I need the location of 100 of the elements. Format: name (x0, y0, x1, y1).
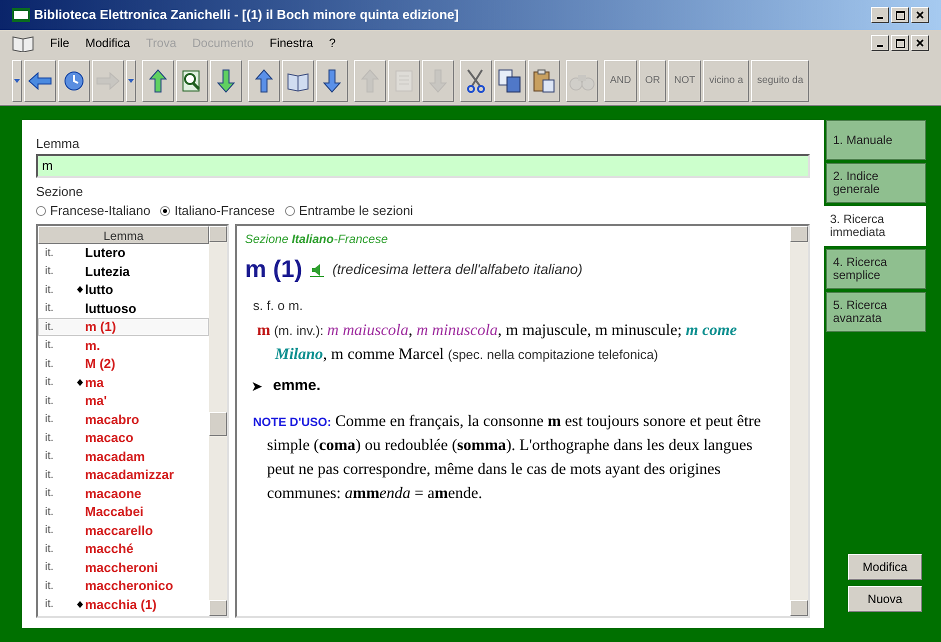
restore-button[interactable] (891, 35, 909, 51)
lemma-row[interactable]: it. M (2) (38, 354, 209, 373)
lemma-row[interactable]: it. macchia (1) (38, 595, 209, 614)
side-tab[interactable]: 4. Ricerca semplice (826, 249, 926, 289)
toolbar-button[interactable] (12, 60, 22, 102)
lemma-word: m (1) (85, 318, 116, 336)
toolbar-button[interactable] (24, 60, 56, 102)
lemma-row[interactable]: it. lutto (38, 280, 209, 299)
column-header[interactable]: Lemma (38, 226, 209, 244)
side-tab[interactable]: 3. Ricerca immediata (824, 206, 926, 246)
language-label: it. (44, 542, 55, 556)
gloss: (tredicesima lettera dell'alfabeto italiano) (332, 260, 582, 279)
toolbar-button[interactable] (494, 60, 526, 102)
lemma-word: m. (85, 336, 100, 354)
speaker-icon[interactable] (310, 262, 324, 276)
lemma-word: maccheronico (85, 577, 174, 595)
lemma-row[interactable]: it. luttuoso (38, 299, 209, 318)
language-label: it. (44, 320, 55, 334)
scrollbar[interactable] (790, 226, 808, 616)
toolbar-button[interactable] (282, 60, 314, 102)
radio-option[interactable]: Italiano-Francese (160, 201, 275, 220)
radio-option[interactable]: Francese-Italiano (36, 201, 150, 220)
menu-item[interactable]: Finestra (270, 34, 313, 52)
action-button[interactable]: Modifica (848, 554, 922, 580)
lemma-word: lutto (85, 281, 114, 299)
maximize-button[interactable] (891, 7, 909, 23)
lemma-word: macadamizzar (85, 466, 174, 484)
lemma-field[interactable]: m (36, 154, 810, 178)
close-icon (916, 11, 924, 19)
lemma-row[interactable]: it. ma (38, 373, 209, 392)
translation: emme. (273, 376, 321, 396)
toolbar-button[interactable] (142, 60, 174, 102)
close-button[interactable] (911, 35, 929, 51)
radio-option[interactable]: Entrambe le sezioni (284, 201, 414, 220)
lemma-row[interactable]: it. ma' (38, 392, 209, 410)
maximize-icon (896, 10, 904, 20)
language-label: it. (44, 449, 55, 464)
app-icon (12, 8, 30, 22)
lemma-word: Lutero (85, 244, 126, 262)
action-button[interactable]: Nuova (848, 586, 922, 612)
headword: m (1) (245, 254, 302, 284)
lemma-word: macaco (85, 429, 134, 447)
toolbar-button[interactable] (210, 60, 242, 102)
lemma-row[interactable]: it. m (1) (38, 318, 209, 336)
lemma-word: macadam (85, 448, 145, 466)
lemma-row[interactable]: it. Maccabei (38, 502, 209, 521)
scrollbar[interactable] (209, 226, 227, 616)
lemma-row[interactable]: it. maccarello (38, 521, 209, 540)
toolbar-button[interactable] (58, 60, 90, 102)
usage-note: NOTE D'USO: Comme en français, la consonne m est toujours sonore et peut être simple (coma) ou redoublée (somma). L'orthographe dans les deux langues peut ne pas correspondre, même dans le cas de mots ayant des origines communes: ammenda = amende. (252, 412, 762, 504)
lemma-word: M (2) (85, 355, 116, 373)
lemma-word: Lutezia (85, 262, 130, 280)
minimize-button[interactable] (871, 35, 889, 51)
minimize-button[interactable] (871, 7, 889, 23)
language-label: it. (44, 338, 55, 353)
section-title: Sezione Italiano-Francese (245, 230, 389, 248)
language-label: it. (44, 375, 55, 390)
restore-icon (896, 38, 904, 48)
lemma-row[interactable]: it. macadam (38, 447, 209, 466)
language-label: it. (44, 523, 55, 538)
toolbar-button[interactable] (460, 60, 492, 102)
toolbar-button[interactable] (248, 60, 280, 102)
lemma-word: Maccabei (85, 503, 144, 521)
language-label: it. (44, 356, 55, 372)
lemma-word: luttuoso (85, 300, 136, 318)
book-icon (12, 34, 34, 52)
toolbar-button[interactable] (126, 60, 136, 102)
lemma-row[interactable]: it. macabro (38, 410, 209, 428)
lemma-row[interactable]: it. macaone (38, 484, 209, 502)
lemma-word: macchia (1) (85, 596, 157, 614)
window-title: Biblioteca Elettronica Zanichelli - [(1) il Boch minore quinta edizione] (34, 6, 460, 24)
side-tab[interactable]: 5. Ricerca avanzata (826, 292, 926, 332)
lemma-row[interactable]: it. m. (38, 336, 209, 354)
field-label: Lemma (36, 135, 80, 153)
lemma-row[interactable]: it. Lutero (38, 244, 209, 262)
language-label: it. (44, 430, 55, 446)
lemma-row[interactable]: it. macaco (38, 428, 209, 447)
lemma-row[interactable]: it. maccheronico (38, 576, 209, 595)
side-tab[interactable]: 1. Manuale (826, 120, 926, 160)
language-label: it. (44, 468, 55, 482)
close-button[interactable] (911, 7, 929, 23)
toolbar-button[interactable] (176, 60, 208, 102)
lemma-row[interactable]: it. macché (38, 540, 209, 558)
language-label: it. (44, 597, 55, 612)
grammar-label: s. f. o m. (252, 296, 304, 314)
sense-text: m (m. inv.): m maiuscola, m minuscola, m majuscule, m minuscule; m come Milano, m comme Marcel (spec. nella compitazione telefonica) (256, 321, 738, 365)
menu-item[interactable]: ? (329, 34, 336, 52)
language-label: it. (44, 246, 55, 260)
lemma-row[interactable]: it. maccheroni (38, 558, 209, 576)
toolbar-button[interactable] (528, 60, 560, 102)
language-label: it. (44, 301, 55, 316)
lemma-row[interactable]: it. macadamizzar (38, 466, 209, 484)
menu-item[interactable]: File (50, 34, 70, 52)
toolbar-button[interactable] (316, 60, 348, 102)
language-label: it. (44, 486, 55, 501)
menu-item[interactable]: Modifica (85, 34, 130, 52)
lemma-row[interactable]: it. Lutezia (38, 262, 209, 280)
lemma-word: maccheroni (85, 558, 158, 576)
side-tab[interactable]: 2. Indice generale (826, 163, 926, 203)
language-label: it. (44, 412, 55, 427)
